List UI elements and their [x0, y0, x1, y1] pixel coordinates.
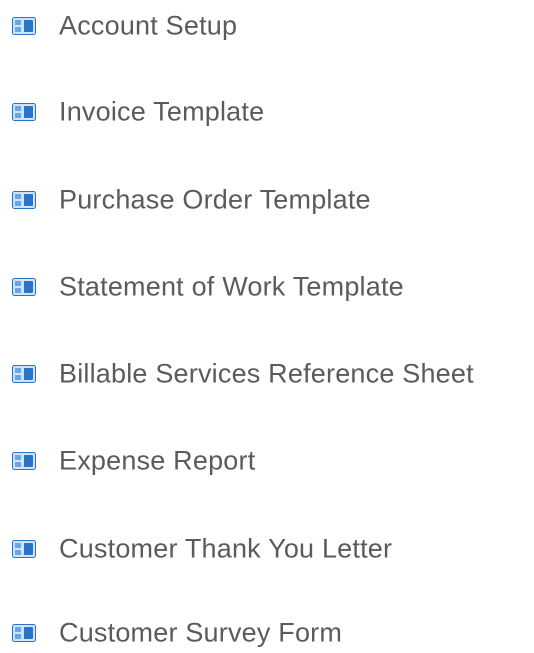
list-item-label: Statement of Work Template	[59, 271, 404, 302]
list-item-label: Account Setup	[59, 10, 238, 41]
document-icon	[12, 191, 36, 209]
list-item-label: Expense Report	[59, 445, 256, 476]
list-item-expense-report[interactable]: Expense Report	[0, 441, 330, 481]
list-item-label: Customer Thank You Letter	[59, 533, 393, 564]
list-item-purchase-order-template[interactable]: Purchase Order Template	[0, 180, 440, 220]
document-icon	[12, 452, 36, 470]
list-item-label: Purchase Order Template	[59, 184, 371, 215]
list-item-label: Customer Survey Form	[59, 617, 343, 648]
document-icon	[12, 624, 36, 642]
list-item-statement-of-work-template[interactable]: Statement of Work Template	[0, 267, 480, 307]
list-item-customer-survey-form[interactable]: Customer Survey Form	[0, 613, 400, 653]
list-item-customer-thank-you-letter[interactable]: Customer Thank You Letter	[0, 529, 460, 569]
list-item-account-setup[interactable]: Account Setup	[0, 6, 290, 46]
document-icon	[12, 103, 36, 121]
list-item-billable-services-reference-sheet[interactable]: Billable Services Reference Sheet	[0, 354, 534, 394]
list-item-invoice-template[interactable]: Invoice Template	[0, 92, 320, 132]
list-item-label: Billable Services Reference Sheet	[59, 358, 474, 389]
document-icon	[12, 365, 36, 383]
document-icon	[12, 17, 36, 35]
document-icon	[12, 278, 36, 296]
document-icon	[12, 540, 36, 558]
document-list: Account Setup Invoice Template Purchase …	[0, 0, 534, 651]
list-item-label: Invoice Template	[59, 96, 265, 127]
